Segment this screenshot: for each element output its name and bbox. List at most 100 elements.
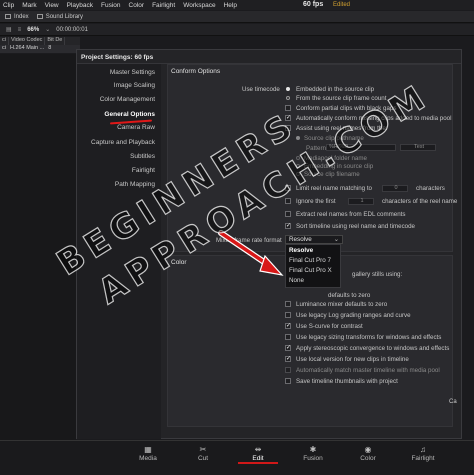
sidebar-item-camera-raw[interactable]: Camera Raw [117,124,155,131]
color-item-6: Apply stereoscopic convergence to window… [296,345,450,352]
nav-edit[interactable]: ⇹ Edit [238,445,278,462]
color-item-9: Save timeline thumbnails with project [296,378,398,385]
color-item-0: gallery stills using: [352,271,403,278]
sidebar-item-master-settings[interactable]: Master Settings [110,69,155,76]
embedding-source-label: Embedding in source clip [304,163,374,170]
extract-edl-label: Extract reel names from EDL comments [296,211,406,218]
radio-source-pathname[interactable] [296,136,300,140]
menu-mark[interactable]: Mark [22,2,36,9]
characters-label: characters [416,185,445,192]
project-fps: 60 fps [303,1,324,8]
table-row[interactable]: ci H.264 Main ... 8 [0,45,80,53]
luminance-mixer-checkbox[interactable] [285,301,291,307]
menu-workspace[interactable]: Workspace [183,2,215,9]
column-header[interactable]: Bit De [45,37,66,45]
table-cell: H.264 Main ... [9,45,45,51]
pattern-input[interactable]: %R/%D [326,144,396,151]
sidebar-item-color-management[interactable]: Color Management [100,96,155,103]
sort-timeline-label: Sort timeline using reel name and timeco… [296,223,416,230]
zoom-chevron-icon[interactable]: ⌄ [45,26,50,33]
column-header[interactable]: Video Codec [9,37,46,45]
test-button[interactable]: Test [400,144,436,151]
selected-value: Resolve [289,236,312,243]
sound-library-toggle[interactable]: Sound Library [36,14,83,20]
menu-fairlight[interactable]: Fairlight [152,2,175,9]
menu-playback[interactable]: Playback [67,2,93,9]
use-timecode-label: Use timecode [242,86,280,93]
menu-clip[interactable]: Clip [3,2,14,9]
list-view-icon[interactable]: ≡ [18,27,22,33]
source-filename-label: Source clip filename [304,171,360,178]
radio-embedded[interactable] [286,87,290,91]
s-curve-checkbox[interactable]: ✓ [285,323,291,329]
radio-frame-count[interactable] [286,96,290,100]
table-cell: ci [2,45,6,51]
edit-icon: ⇹ [254,445,262,454]
radio-mediapool-folder[interactable] [296,156,300,160]
nav-fairlight[interactable]: ♫ Fairlight [403,445,443,462]
zoom-level[interactable]: 66% [27,27,39,33]
cancel-button[interactable]: Ca [449,399,457,405]
auto-conform-checkbox[interactable]: ✓ [285,115,291,121]
index-toggle[interactable]: Index [5,14,29,20]
dropdown-option-fcpx[interactable]: Final Cut Pro X [289,267,332,274]
auto-conform-label: Automatically conform missing clips adde… [296,115,452,122]
page-navigation: ▦ Media ✂ Cut ⇹ Edit ✱ Fusion ◉ Color ♫ … [0,440,474,475]
menu-fusion[interactable]: Fusion [101,2,121,9]
stereoscopic-checkbox[interactable]: ✓ [285,345,291,351]
edited-status: Edited [333,1,351,8]
view-options-icon[interactable]: ▤ [6,26,12,33]
column-header[interactable]: ci [0,37,9,45]
sidebar-item-capture-playback[interactable]: Capture and Playback [91,139,155,146]
nav-color[interactable]: ◉ Color [348,445,388,462]
sidebar-item-subtitles[interactable]: Subtitles [130,153,155,160]
limit-reel-label: Limit reel name matching to [296,185,373,192]
scissors-icon: ✂ [199,445,207,454]
legacy-log-checkbox[interactable] [285,312,291,318]
table-cell: 8 [48,45,52,51]
nav-label: Cut [197,455,209,462]
limit-reel-input[interactable]: 0 [382,185,408,192]
menu-help[interactable]: Help [224,2,237,9]
ignore-first-input[interactable]: 1 [348,198,374,205]
sidebar-item-general-options[interactable]: General Options [104,111,155,118]
ignore-first-checkbox[interactable] [285,198,291,204]
source-pathname-label: Source clip pathname [304,135,364,142]
menu-bar: Clip Mark View Playback Fusion Color Fai… [0,0,474,10]
local-version-checkbox[interactable]: ✓ [285,356,291,362]
sidebar-item-path-mapping[interactable]: Path Mapping [115,181,155,188]
color-wheel-icon: ◉ [364,445,372,454]
media-pool-panel [0,54,76,454]
dropdown-option-fcp7[interactable]: Final Cut Pro 7 [289,257,331,264]
auto-match-checkbox[interactable] [285,367,291,373]
sort-timeline-checkbox[interactable]: ✓ [285,223,291,229]
nav-media[interactable]: ▦ Media [128,445,168,462]
mixed-frame-rate-select[interactable]: Resolve ⌄ [285,235,343,244]
section-heading: Color [171,259,187,266]
sidebar-item-fairlight[interactable]: Fairlight [132,167,155,174]
conform-partial-checkbox[interactable] [285,105,291,111]
dropdown-option-none[interactable]: None [289,277,304,284]
nav-fusion[interactable]: ✱ Fusion [293,445,333,462]
nav-label: Media [139,455,157,462]
color-item-8: Automatically match master timeline with… [296,367,440,374]
nav-cut[interactable]: ✂ Cut [183,445,223,462]
radio-source-filename[interactable] [296,172,300,176]
legacy-sizing-checkbox[interactable] [285,334,291,340]
nav-label: Color [360,455,376,462]
dropdown-option-resolve[interactable]: Resolve [289,247,313,254]
viewer-bar: ▤ ≡ 66% ⌄ 00:00:00:01 [0,24,474,36]
color-item-5: Use legacy sizing transforms for windows… [296,334,442,341]
radio-embedding-source[interactable] [296,164,300,168]
index-label: Index [14,13,29,20]
save-thumbnails-checkbox[interactable] [285,378,291,384]
limit-reel-checkbox[interactable] [285,185,291,191]
ignore-first-label: Ignore the first [296,198,336,205]
conform-options-section: Conform Options Use timecode Embedded in… [167,64,457,252]
menu-color[interactable]: Color [129,2,145,9]
assist-reel-checkbox[interactable] [285,125,291,131]
color-item-4: Use S-curve for contrast [296,323,363,330]
menu-view[interactable]: View [45,2,59,9]
extract-edl-checkbox[interactable] [285,211,291,217]
sidebar-item-image-scaling[interactable]: Image Scaling [114,82,155,89]
